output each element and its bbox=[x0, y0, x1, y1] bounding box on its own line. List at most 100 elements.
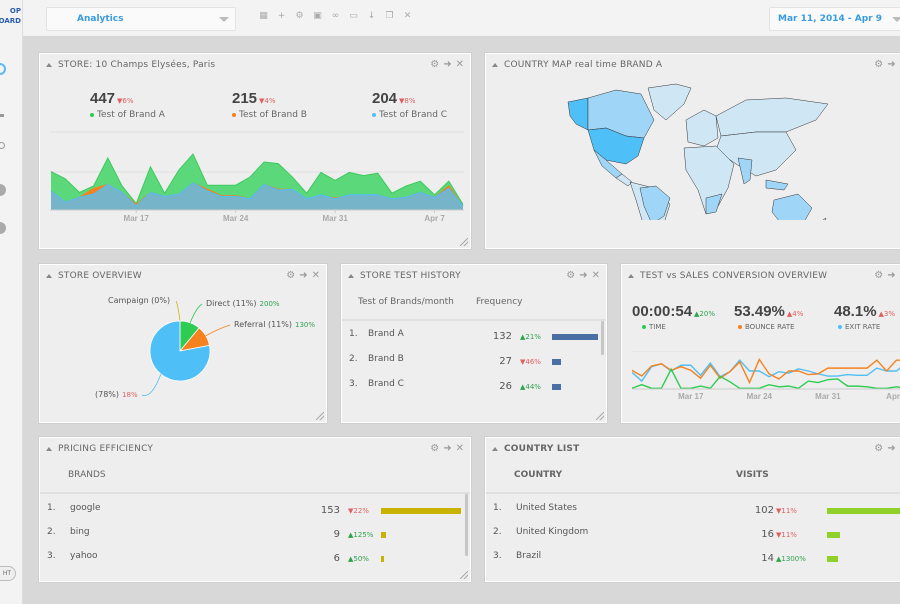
arrow-right-icon[interactable]: ➜ bbox=[887, 270, 895, 281]
resize-handle[interactable] bbox=[596, 412, 604, 420]
world-map[interactable] bbox=[566, 80, 846, 220]
resize-handle[interactable] bbox=[460, 238, 468, 246]
gear-icon[interactable]: ⚙ bbox=[430, 59, 439, 70]
row-delta: ▲44% bbox=[520, 383, 541, 391]
arrow-right-icon[interactable]: ➜ bbox=[443, 59, 451, 70]
gear-icon[interactable]: ⚙ bbox=[874, 59, 883, 70]
arrow-right-icon[interactable]: ➜ bbox=[579, 270, 587, 281]
close-icon[interactable]: ✕ bbox=[592, 270, 600, 281]
sidebar-link-icon[interactable] bbox=[0, 142, 5, 149]
arrow-right-icon[interactable]: ➜ bbox=[887, 59, 895, 70]
row-bar bbox=[827, 556, 839, 562]
map-region-india[interactable] bbox=[737, 157, 753, 185]
grid-icon[interactable]: ▦ bbox=[259, 12, 268, 21]
plus-icon[interactable]: + bbox=[277, 12, 286, 21]
collapse-icon[interactable] bbox=[46, 63, 52, 67]
map-region-europe[interactable] bbox=[685, 109, 719, 147]
row-bar bbox=[552, 359, 562, 365]
date-range-picker[interactable]: Mar 11, 2014 - Apr 9 bbox=[769, 7, 900, 31]
map-region-indonesia[interactable] bbox=[765, 179, 789, 191]
chevron-down-icon bbox=[219, 17, 229, 22]
gear-icon[interactable]: ⚙ bbox=[874, 443, 883, 454]
x-tick-label: Mar 31 bbox=[322, 214, 348, 223]
scrollbar[interactable] bbox=[601, 321, 604, 355]
image-icon[interactable]: ▣ bbox=[313, 12, 322, 21]
close-icon[interactable]: ✕ bbox=[456, 59, 464, 70]
column-header[interactable]: Frequency bbox=[476, 297, 523, 307]
widget-header[interactable]: STORE TEST HISTORY ⚙ ➜ ✕ bbox=[342, 265, 606, 287]
map-region-alaska[interactable] bbox=[567, 97, 589, 131]
gear-icon[interactable]: ⚙ bbox=[874, 270, 883, 281]
collapse-icon[interactable] bbox=[46, 274, 52, 278]
link-icon[interactable]: ∞ bbox=[331, 12, 340, 21]
close-icon[interactable]: ✕ bbox=[403, 12, 412, 21]
table-row[interactable]: 2. bing 9 ▲125% bbox=[40, 523, 470, 547]
arrow-right-icon[interactable]: ➜ bbox=[887, 443, 895, 454]
widget-title: STORE: 10 Champs Elysées, Paris bbox=[58, 60, 216, 70]
widget-header[interactable]: COUNTRY LIST ⚙ ➜ ✕ bbox=[486, 438, 900, 460]
table-row[interactable]: 3. yahoo 6 ▲50% bbox=[40, 547, 470, 571]
widget-header[interactable]: STORE: 10 Champs Elysées, Paris ⚙ ➜ ✕ bbox=[40, 54, 470, 76]
collapse-icon[interactable] bbox=[492, 447, 498, 451]
dashboard-select[interactable]: Analytics bbox=[46, 7, 236, 31]
gear-icon[interactable]: ⚙ bbox=[295, 12, 304, 21]
pie-leader-line bbox=[141, 373, 162, 396]
map-region-greenland[interactable] bbox=[647, 83, 692, 121]
arrow-right-icon[interactable]: ➜ bbox=[443, 443, 451, 454]
close-icon[interactable]: ✕ bbox=[456, 443, 464, 454]
collapse-icon[interactable] bbox=[628, 274, 634, 278]
row-value: 153 bbox=[320, 505, 340, 516]
table-header: Test of Brands/month Frequency bbox=[342, 285, 606, 321]
map-region-new-zealand[interactable] bbox=[820, 217, 827, 220]
store-overview-pie: Campaign (0%) Direct (11%) 200% Referral (1… bbox=[95, 296, 315, 399]
sidebar-toggle-button[interactable]: HT bbox=[0, 566, 16, 581]
widget-header[interactable]: PRICING EFFICIENCY ⚙ ➜ ✕ bbox=[40, 438, 470, 460]
chevron-down-icon bbox=[892, 17, 900, 22]
collapse-icon[interactable] bbox=[492, 63, 498, 67]
table-row[interactable]: 1. google 153 ▼22% bbox=[40, 499, 470, 523]
column-header[interactable]: COUNTRY bbox=[514, 470, 562, 480]
close-icon[interactable]: ✕ bbox=[312, 270, 320, 281]
monitor-icon[interactable]: ▭ bbox=[349, 12, 358, 21]
column-header[interactable]: BRANDS bbox=[68, 470, 106, 480]
map-region-australia[interactable] bbox=[771, 193, 813, 220]
table-row[interactable]: 1. Brand A 132 ▲21% bbox=[342, 325, 606, 349]
conversion-line-chart: Mar 17 Mar 24 Mar 31 Apr 7 bbox=[632, 351, 900, 401]
scrollbar[interactable] bbox=[465, 494, 468, 556]
pie-leader-line bbox=[175, 300, 181, 322]
table-row[interactable]: 3. Brand C 26 ▲44% bbox=[342, 375, 606, 399]
table-header: BRANDS bbox=[40, 458, 470, 494]
arrow-right-icon[interactable]: ➜ bbox=[299, 270, 307, 281]
download-icon[interactable]: ↓ bbox=[367, 12, 376, 21]
column-header[interactable]: Test of Brands/month bbox=[358, 297, 454, 307]
table-row[interactable]: 1. United States 102 ▼11% bbox=[486, 499, 900, 523]
widget-title: STORE OVERVIEW bbox=[58, 271, 142, 281]
gear-icon[interactable]: ⚙ bbox=[430, 443, 439, 454]
widget-header[interactable]: COUNTRY MAP real time BRAND A ⚙ ➜ ✕ bbox=[486, 54, 900, 76]
gear-icon[interactable]: ⚙ bbox=[566, 270, 575, 281]
map-region-russia[interactable] bbox=[715, 97, 829, 137]
copy-icon[interactable]: ❐ bbox=[385, 12, 394, 21]
widget-header[interactable]: STORE OVERVIEW ⚙ ➜ ✕ bbox=[40, 265, 326, 287]
x-tick-label: Mar 31 bbox=[815, 392, 841, 401]
pie-change: 18% bbox=[122, 391, 138, 399]
country-map-widget: COUNTRY MAP real time BRAND A ⚙ ➜ ✕ bbox=[485, 53, 900, 249]
sidebar-dash-icon[interactable] bbox=[0, 114, 4, 117]
gear-icon[interactable]: ⚙ bbox=[286, 270, 295, 281]
collapse-icon[interactable] bbox=[46, 447, 52, 451]
sidebar-dot-icon[interactable] bbox=[0, 184, 6, 196]
table-row[interactable]: 2. Brand B 27 ▼46% bbox=[342, 350, 606, 374]
table-row[interactable]: 3. Brazil 14 ▲1300% bbox=[486, 547, 900, 571]
row-name: google bbox=[70, 503, 101, 513]
row-value: 14 bbox=[761, 553, 774, 564]
legend-dot bbox=[90, 112, 94, 117]
row-value: 9 bbox=[333, 529, 340, 540]
resize-handle[interactable] bbox=[460, 571, 468, 579]
column-header[interactable]: VISITS bbox=[736, 470, 769, 480]
table-row[interactable]: 2. United Kingdom 16 ▼11% bbox=[486, 523, 900, 547]
sidebar-dot-icon[interactable] bbox=[0, 222, 6, 234]
sidebar-circle-icon[interactable] bbox=[0, 63, 6, 75]
collapse-icon[interactable] bbox=[348, 274, 354, 278]
widget-header[interactable]: TEST vs SALES CONVERSION OVERVIEW ⚙ ➜ ✕ bbox=[622, 265, 900, 287]
resize-handle[interactable] bbox=[316, 412, 324, 420]
